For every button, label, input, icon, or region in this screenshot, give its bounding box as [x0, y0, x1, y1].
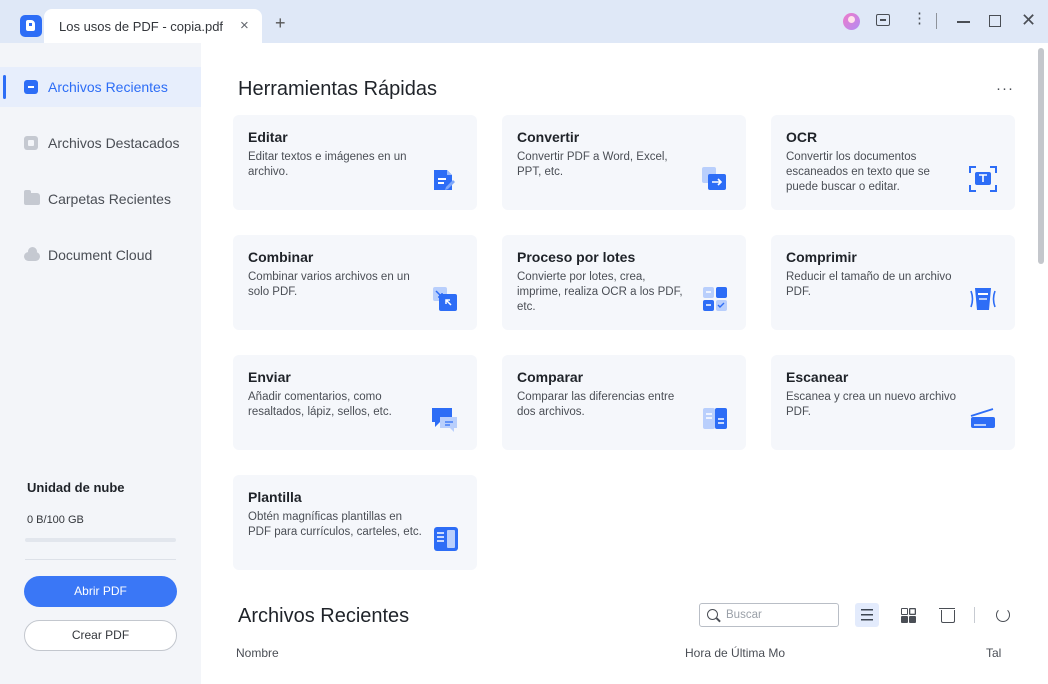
tool-card-title: Convertir — [517, 129, 580, 145]
document-tab[interactable]: Los usos de PDF - copia.pdf × — [44, 9, 262, 43]
create-pdf-button[interactable]: Crear PDF — [24, 620, 177, 651]
tool-card-ocr[interactable]: OCR Convertir los documentos escaneados … — [771, 115, 1015, 210]
tool-card-title: Comprimir — [786, 249, 857, 265]
trash-icon[interactable] — [935, 603, 959, 627]
column-header-size[interactable]: Tal — [986, 646, 1001, 660]
send-icon — [432, 408, 457, 432]
scrollbar-thumb[interactable] — [1038, 48, 1044, 264]
window-close-icon[interactable]: ✕ — [1021, 11, 1036, 29]
list-view-icon[interactable] — [855, 603, 879, 627]
sidebar-item-label: Carpetas Recientes — [48, 191, 171, 207]
column-header-name[interactable]: Nombre — [236, 646, 279, 660]
avatar[interactable] — [843, 13, 860, 30]
grid-view-icon[interactable] — [896, 603, 920, 627]
document-tab-label: Los usos de PDF - copia.pdf — [59, 19, 224, 34]
cloud-icon — [24, 247, 40, 261]
tool-card-description: Convierte por lotes, crea, imprime, real… — [517, 271, 683, 313]
tool-card-compress[interactable]: Comprimir Reducir el tamaño de un archiv… — [771, 235, 1015, 330]
sidebar-item-starred-files[interactable]: Archivos Destacados — [0, 123, 201, 163]
sidebar-item-document-cloud[interactable]: Document Cloud — [0, 235, 201, 275]
toolbar-divider — [974, 607, 975, 623]
tool-card-description: Escanea y crea un nuevo archivo PDF. — [786, 391, 957, 418]
tab-close-icon[interactable]: × — [240, 17, 249, 34]
maximize-icon[interactable] — [989, 15, 1001, 27]
tool-card-scan[interactable]: Escanear Escanea y crea un nuevo archivo… — [771, 355, 1015, 450]
tool-card-template[interactable]: Plantilla Obtén magníficas plantillas en… — [233, 475, 477, 570]
sidebar-item-recent-folders[interactable]: Carpetas Recientes — [0, 179, 201, 219]
tool-card-title: Combinar — [248, 249, 314, 265]
titlebar-divider — [936, 13, 937, 29]
tool-card-description: Comparar las diferencias entre dos archi… — [517, 391, 675, 418]
search-icon — [707, 609, 718, 620]
minimize-icon[interactable] — [957, 21, 970, 23]
tool-card-combine[interactable]: Combinar Combinar varios archivos en un … — [233, 235, 477, 330]
refresh-icon[interactable] — [991, 603, 1015, 627]
search-box[interactable] — [699, 603, 839, 627]
app-logo-icon — [20, 15, 42, 37]
feedback-icon[interactable] — [876, 14, 890, 26]
sidebar-divider — [25, 559, 176, 560]
tool-card-compare[interactable]: Comparar Comparar las diferencias entre … — [502, 355, 746, 450]
combine-icon — [433, 287, 457, 311]
ocr-icon — [969, 166, 997, 192]
sidebar-item-recent-files[interactable]: Archivos Recientes — [0, 67, 201, 107]
sidebar-item-label: Archivos Destacados — [48, 135, 180, 151]
compress-icon — [970, 288, 996, 310]
tool-card-edit[interactable]: Editar Editar textos e imágenes en un ar… — [233, 115, 477, 210]
sidebar-item-label: Document Cloud — [48, 247, 153, 263]
new-tab-button[interactable]: + — [275, 14, 286, 32]
sidebar-item-label: Archivos Recientes — [48, 79, 168, 95]
more-options-icon[interactable]: ⋮ — [912, 11, 927, 26]
tool-card-description: Convertir PDF a Word, Excel, PPT, etc. — [517, 151, 668, 178]
tool-card-title: Comparar — [517, 369, 584, 385]
tool-card-title: Proceso por lotes — [517, 249, 636, 265]
search-input[interactable] — [726, 607, 834, 623]
tool-card-description: Añadir comentarios, como resaltados, láp… — [248, 391, 392, 418]
title-bar: Los usos de PDF - copia.pdf × + ⋮ ✕ — [0, 0, 1048, 43]
scan-icon — [970, 408, 995, 428]
tool-card-description: Convertir los documentos escaneados en t… — [786, 151, 930, 193]
recent-files-icon — [24, 80, 38, 94]
tool-card-description: Editar textos e imágenes en un archivo. — [248, 151, 407, 178]
tool-card-title: Plantilla — [248, 489, 302, 505]
cloud-usage-bar — [25, 538, 176, 542]
template-icon — [434, 527, 458, 551]
tool-card-send[interactable]: Enviar Añadir comentarios, como resaltad… — [233, 355, 477, 450]
more-horizontal-icon[interactable]: ··· — [996, 80, 1014, 97]
tool-card-batch[interactable]: Proceso por lotes Convierte por lotes, c… — [502, 235, 746, 330]
tool-card-title: OCR — [786, 129, 818, 145]
tool-card-title: Enviar — [248, 369, 291, 385]
tool-card-convert[interactable]: Convertir Convertir PDF a Word, Excel, P… — [502, 115, 746, 210]
tool-card-description: Obtén magníficas plantillas en PDF para … — [248, 511, 422, 538]
column-header-modified[interactable]: Hora de Última Mo — [685, 646, 785, 660]
star-icon — [24, 136, 38, 150]
cloud-storage-usage: 0 B/100 GB — [27, 514, 84, 526]
compare-icon — [703, 408, 727, 429]
cloud-storage-title: Unidad de nube — [27, 480, 125, 495]
open-pdf-button[interactable]: Abrir PDF — [24, 576, 177, 607]
tool-card-title: Escanear — [786, 369, 849, 385]
quick-tools-title: Herramientas Rápidas — [238, 78, 437, 100]
tool-card-description: Combinar varios archivos en un solo PDF. — [248, 271, 410, 298]
edit-icon — [434, 170, 455, 190]
tool-card-description: Reducir el tamaño de un archivo PDF. — [786, 271, 952, 298]
batch-icon — [703, 287, 727, 311]
convert-icon — [702, 167, 726, 190]
folder-icon — [24, 190, 40, 205]
recent-files-title: Archivos Recientes — [238, 605, 410, 627]
tool-card-title: Editar — [248, 129, 288, 145]
